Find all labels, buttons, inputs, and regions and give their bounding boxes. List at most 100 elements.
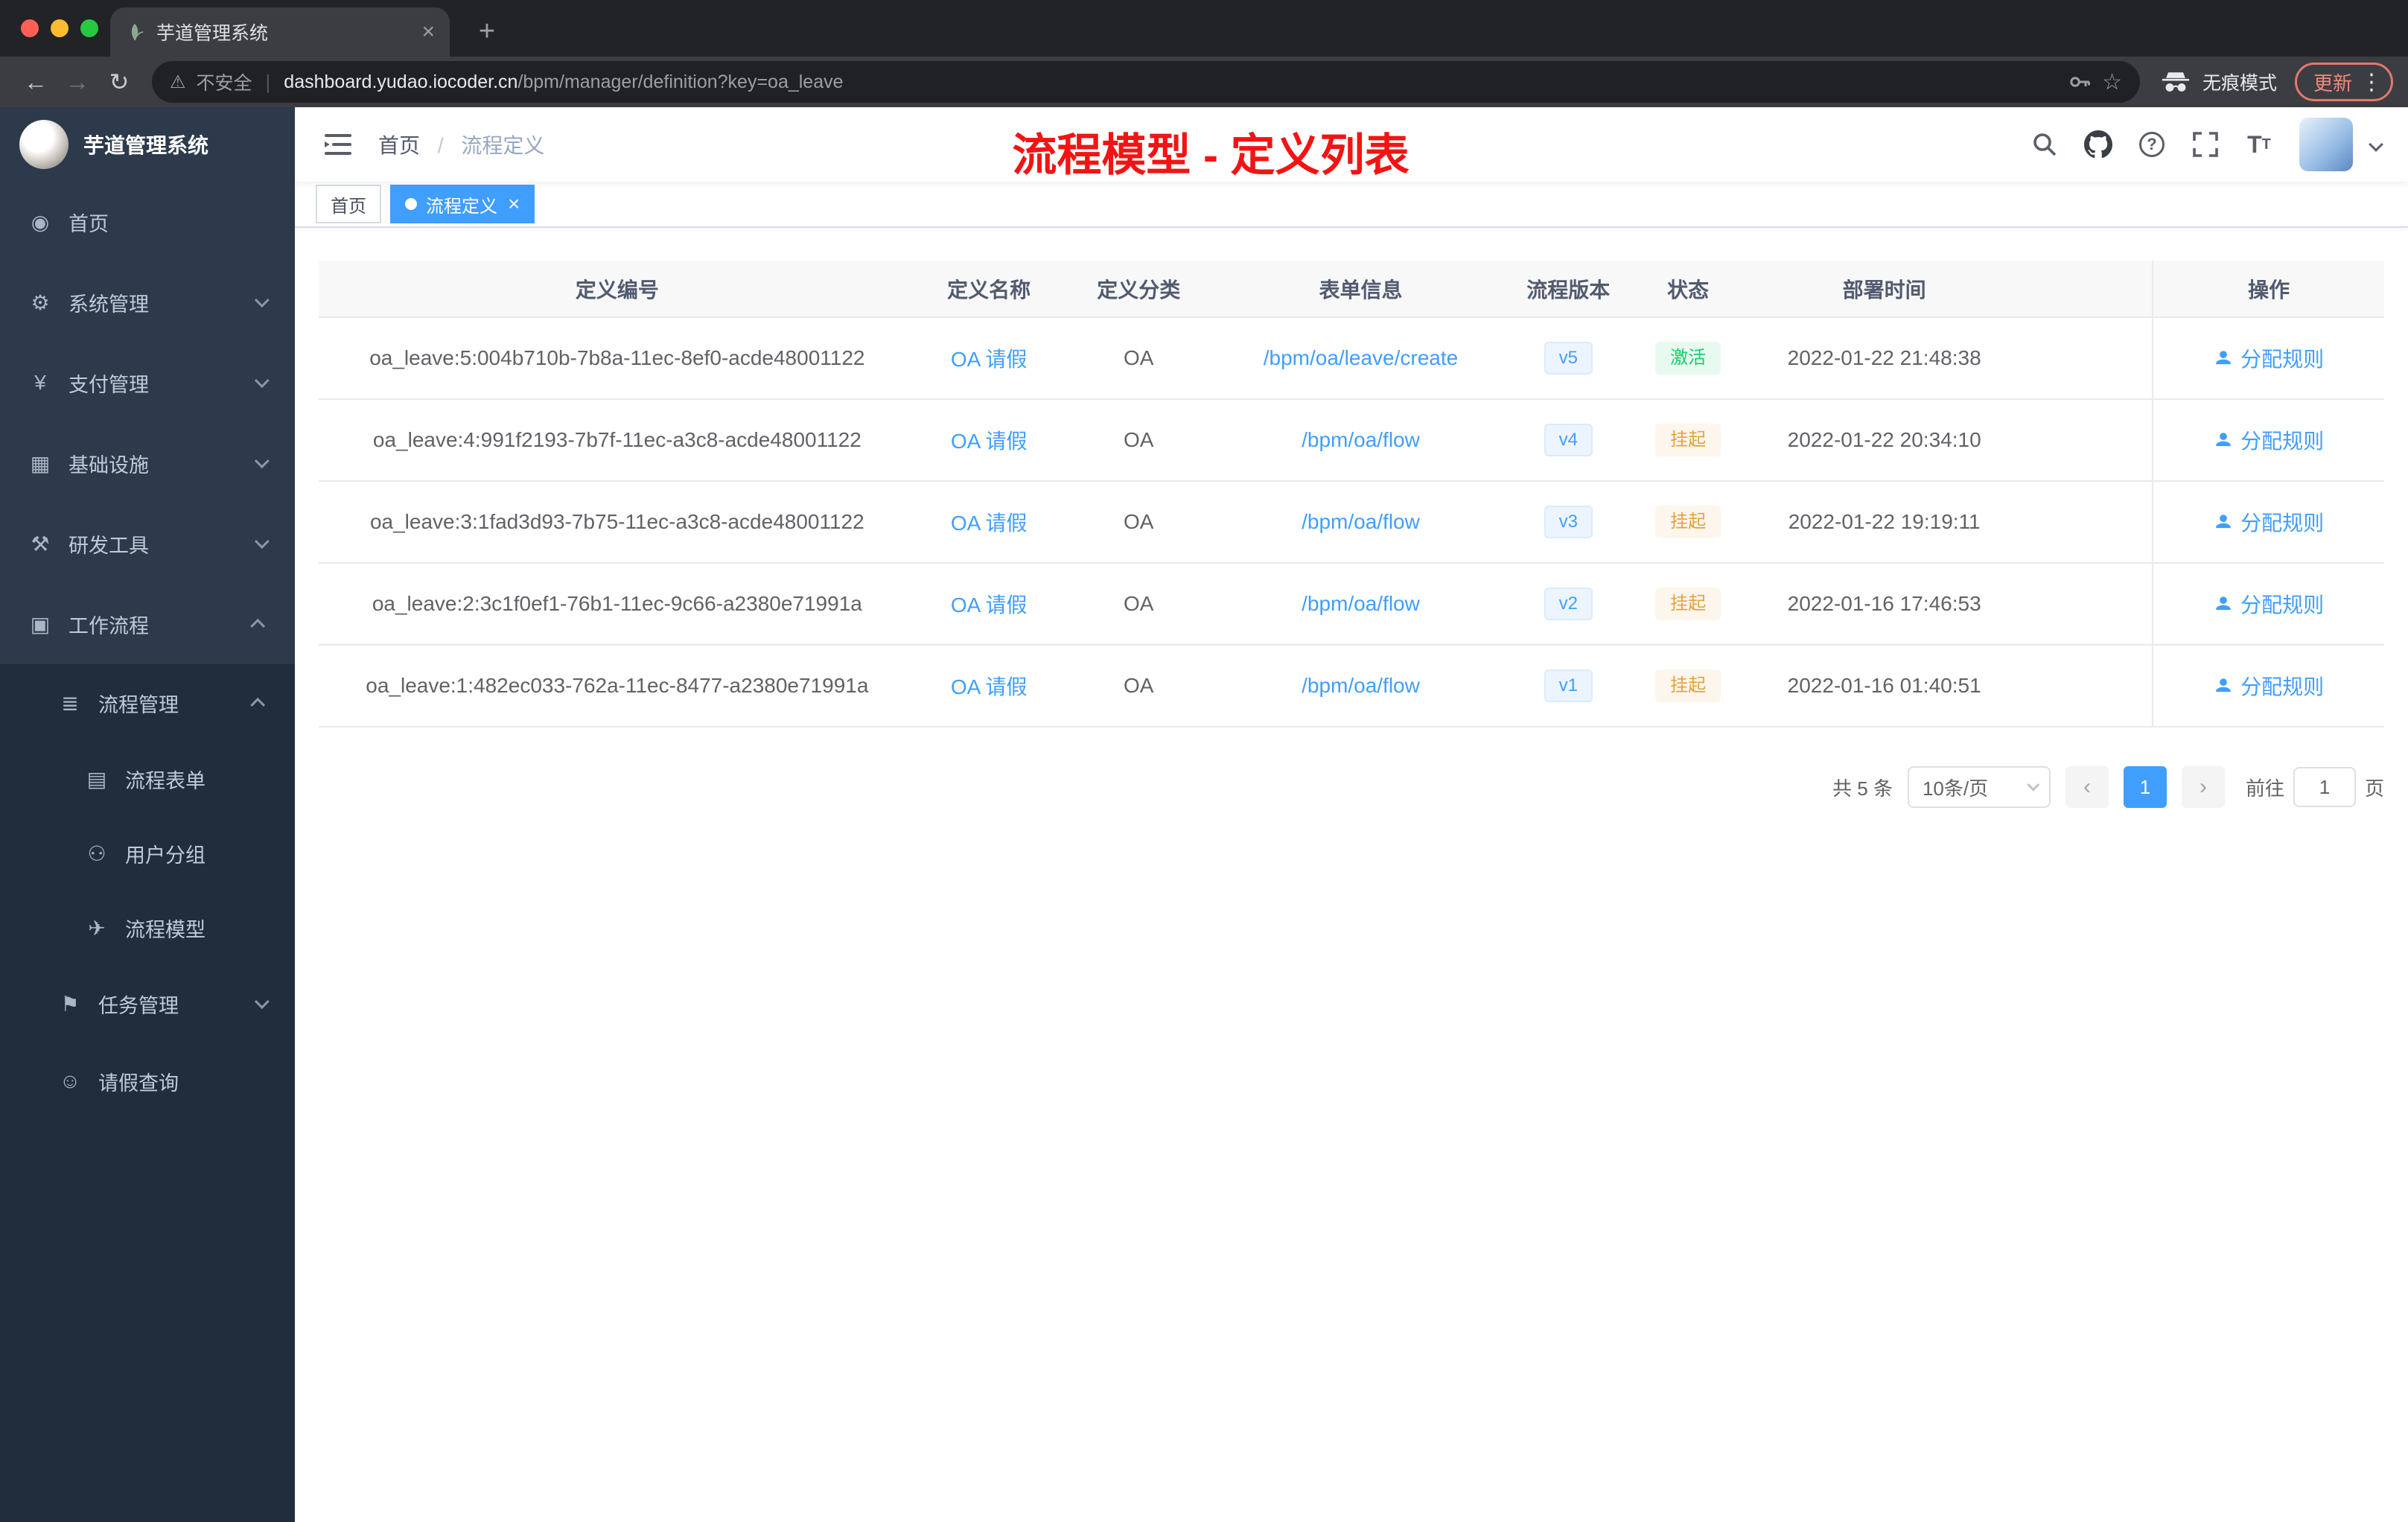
avatar-caret-icon[interactable] xyxy=(2369,137,2383,152)
col-deploy-time: 部署时间 xyxy=(1745,261,2023,318)
bookmark-star-icon[interactable]: ☆ xyxy=(2102,69,2122,95)
filler-cell xyxy=(2022,563,2153,646)
form-info-link[interactable]: /bpm/oa/flow xyxy=(1302,592,1420,615)
github-icon[interactable] xyxy=(2076,122,2121,167)
sidebar-item-dev-tools[interactable]: ⚒ 研发工具 xyxy=(0,503,295,584)
password-key-icon[interactable] xyxy=(2068,70,2092,94)
page-1-button[interactable]: 1 xyxy=(2123,766,2167,808)
close-window-button[interactable] xyxy=(21,19,39,37)
chevron-down-icon xyxy=(254,994,270,1010)
definition-name-link[interactable]: OA 请假 xyxy=(951,348,1028,371)
prev-page-button[interactable]: ‹ xyxy=(2065,766,2109,808)
tags-view-bar: 首页 × 流程定义 × xyxy=(295,182,2408,228)
sidebar-item-infrastructure[interactable]: ▦ 基础设施 xyxy=(0,423,295,503)
definition-category: OA xyxy=(1062,563,1215,646)
col-actions: 操作 xyxy=(2152,261,2384,318)
pagination-total: 共 5 条 xyxy=(1832,777,1893,800)
active-dot xyxy=(405,198,417,210)
sidebar-item-workflow[interactable]: ▣ 工作流程 xyxy=(0,584,295,664)
breadcrumb-home[interactable]: 首页 xyxy=(378,134,420,157)
sidebar-item-home[interactable]: ◉ 首页 xyxy=(0,182,295,262)
user-icon xyxy=(2216,596,2231,611)
goto-page-input[interactable] xyxy=(2293,767,2356,807)
browser-menu-icon[interactable]: ⋮ xyxy=(2360,69,2383,95)
form-info-link[interactable]: /bpm/oa/flow xyxy=(1302,510,1420,533)
font-size-icon[interactable]: TT xyxy=(2237,122,2281,167)
page-size-select[interactable]: 10条/页 xyxy=(1907,766,2051,808)
app-navbar: 首页 / 流程定义 流程模型 - 定义列表 ? T T xyxy=(295,107,2408,182)
breadcrumb-current: 流程定义 xyxy=(461,134,545,157)
list-icon: ≣ xyxy=(61,691,79,715)
url-text: dashboard.yudao.iocoder.cn/bpm/manager/d… xyxy=(284,71,844,92)
definition-name-link[interactable]: OA 请假 xyxy=(951,593,1028,617)
version-badge: v5 xyxy=(1544,342,1593,375)
sidebar-item-process-model[interactable]: ✈ 流程模型 xyxy=(0,891,295,965)
user-icon xyxy=(2216,515,2231,529)
minimize-window-button[interactable] xyxy=(51,19,69,37)
incognito-badge: 无痕模式 xyxy=(2161,69,2277,95)
chevron-down-icon xyxy=(254,534,270,550)
browser-tab[interactable]: 芋道管理系统 × xyxy=(110,7,450,57)
new-tab-button[interactable]: + xyxy=(468,12,506,51)
sidebar-item-process-form[interactable]: ▤ 流程表单 xyxy=(0,742,295,816)
sidebar-menu: ◉ 首页 ⚙ 系统管理 ¥ 支付管理 ▦ 基础设施 ⚒ 研发工具 ▣ 工作流程 … xyxy=(0,182,295,1120)
sidebar-item-payment-mgmt[interactable]: ¥ 支付管理 xyxy=(0,343,295,423)
forward-button[interactable]: → xyxy=(57,61,98,103)
help-icon[interactable]: ? xyxy=(2130,122,2174,167)
table-header-row: 定义编号 定义名称 定义分类 表单信息 流程版本 状态 部署时间 操作 xyxy=(319,261,2384,318)
address-bar[interactable]: ⚠ 不安全 | dashboard.yudao.iocoder.cn/bpm/m… xyxy=(152,61,2140,103)
refresh-button[interactable]: ↻ xyxy=(98,61,140,103)
user-icon xyxy=(2216,678,2231,692)
status-badge: 挂起 xyxy=(1655,669,1721,702)
table-row: oa_leave:5:004b710b-7b8a-11ec-8ef0-acde4… xyxy=(319,317,2384,400)
status-badge: 挂起 xyxy=(1655,424,1721,456)
filler-cell xyxy=(2022,317,2153,400)
sidebar-item-user-group[interactable]: ⚇ 用户分组 xyxy=(0,816,295,891)
maximize-window-button[interactable] xyxy=(80,19,98,37)
main-area: 首页 / 流程定义 流程模型 - 定义列表 ? T T 首页 流程定义 × 定义… xyxy=(295,107,2408,1522)
definition-category: OA xyxy=(1062,481,1215,564)
assign-rule-link[interactable]: 分配规则 xyxy=(2214,589,2324,619)
version-badge: v3 xyxy=(1544,506,1593,538)
definition-id: oa_leave:3:1fad3d93-7b75-11ec-a3c8-acde4… xyxy=(319,481,916,564)
search-icon[interactable] xyxy=(2022,122,2067,167)
form-info-link[interactable]: /bpm/oa/flow xyxy=(1302,428,1420,451)
status-badge: 挂起 xyxy=(1655,506,1721,538)
next-page-button[interactable]: › xyxy=(2181,766,2225,808)
pagination: 共 5 条 10条/页 ‹ 1 › 前往 页 xyxy=(319,766,2384,808)
assign-rule-link[interactable]: 分配规则 xyxy=(2214,507,2324,537)
definition-name-link[interactable]: OA 请假 xyxy=(951,675,1028,698)
infra-icon: ▦ xyxy=(30,451,51,475)
update-button[interactable]: 更新 ⋮ xyxy=(2294,63,2393,101)
definition-name-link[interactable]: OA 请假 xyxy=(951,430,1028,453)
col-definition-category: 定义分类 xyxy=(1062,261,1215,318)
sidebar-item-system-mgmt[interactable]: ⚙ 系统管理 xyxy=(0,262,295,343)
back-button[interactable]: ← xyxy=(15,61,57,103)
sidebar-item-leave-query[interactable]: ☺ 请假查询 xyxy=(0,1042,295,1120)
status-badge: 激活 xyxy=(1655,342,1721,375)
table-row: oa_leave:4:991f2193-7b7f-11ec-a3c8-acde4… xyxy=(319,399,2384,482)
assign-rule-link[interactable]: 分配规则 xyxy=(2214,671,2324,701)
tag-close-icon[interactable]: × xyxy=(508,194,520,214)
security-label[interactable]: 不安全 xyxy=(197,69,252,95)
person-icon: ☺ xyxy=(59,1069,81,1092)
chevron-up-icon xyxy=(250,697,266,713)
sidebar-item-process-mgmt[interactable]: ≣ 流程管理 xyxy=(0,664,295,742)
form-info-link[interactable]: /bpm/oa/flow xyxy=(1302,674,1420,697)
fullscreen-icon[interactable] xyxy=(2183,122,2228,167)
user-avatar[interactable] xyxy=(2299,118,2353,171)
sidebar-item-task-mgmt[interactable]: ⚑ 任务管理 xyxy=(0,965,295,1042)
filler-cell xyxy=(2022,481,2153,564)
deploy-time: 2022-01-22 19:19:11 xyxy=(1745,481,2023,564)
view-tag[interactable]: 首页 × xyxy=(316,185,381,223)
assign-rule-link[interactable]: 分配规则 xyxy=(2214,425,2324,455)
hamburger-icon[interactable] xyxy=(316,122,360,167)
deploy-time: 2022-01-16 17:46:53 xyxy=(1745,563,2023,646)
form-info-link[interactable]: /bpm/oa/leave/create xyxy=(1264,346,1459,369)
view-tag[interactable]: 流程定义 × xyxy=(390,185,535,223)
definition-name-link[interactable]: OA 请假 xyxy=(951,512,1028,535)
assign-rule-link[interactable]: 分配规则 xyxy=(2214,343,2324,373)
definition-category: OA xyxy=(1062,645,1215,727)
workflow-icon: ▣ xyxy=(30,612,51,636)
tab-close-icon[interactable]: × xyxy=(421,21,435,43)
